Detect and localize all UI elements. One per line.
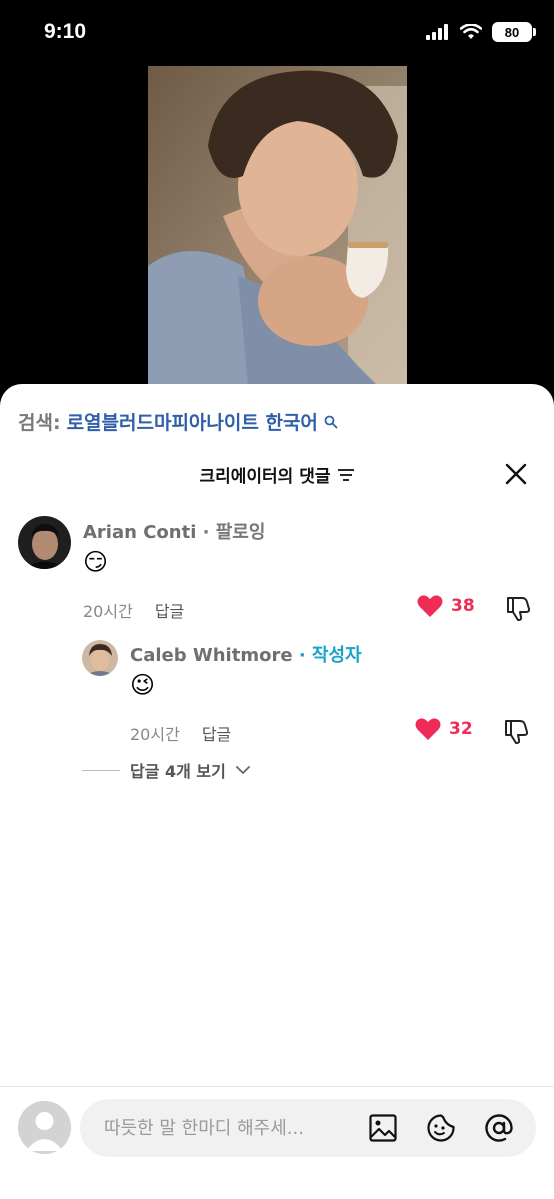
chevron-down-icon [235,766,250,775]
comment-input-bar [0,1086,554,1199]
battery-icon: 80 [492,22,536,42]
status-indicators: 80 [426,22,536,42]
comment-meta: 20시간 답글 [83,598,184,622]
comment-input[interactable] [104,1099,354,1157]
image-icon[interactable] [368,1113,398,1143]
status-time: 9:10 [44,20,87,43]
reply-button[interactable]: 답글 [202,725,231,744]
comment-sheet: 검색: 로열블러드마피아나이트 한국어 크리에이터의 댓글 Arian Cont… [0,384,554,1199]
author-badge: · 작성자 [292,645,362,666]
reply-username[interactable]: Caleb Whitmore [130,645,293,666]
search-prefix: 검색: [18,412,61,434]
sheet-title: 크리에이터의 댓글 [199,467,331,487]
like-count: 38 [451,596,475,616]
search-term-link[interactable]: 로열블러드마피아나이트 한국어 [67,408,318,435]
comment-input-container[interactable] [80,1099,536,1157]
sort-toggle[interactable]: 크리에이터의 댓글 [199,462,354,487]
avatar[interactable] [82,640,118,676]
avatar[interactable] [18,516,71,569]
signal-icon [426,24,448,40]
filter-icon [337,468,354,481]
like-button[interactable]: 38 [417,594,475,618]
like-button[interactable]: 32 [415,717,473,741]
reply-text: 😉 [130,671,156,699]
reply-button[interactable]: 답글 [155,602,184,621]
heart-icon [415,718,441,740]
divider-line [82,769,120,771]
search-suggestion[interactable]: 검색: 로열블러드마피아나이트 한국어 [18,408,338,435]
mention-icon[interactable] [484,1113,514,1143]
sheet-header: 크리에이터의 댓글 [0,462,554,487]
reply-time: 20시간 [130,725,180,744]
avatar[interactable] [18,1101,71,1154]
reply-meta: 20시간 답글 [130,721,231,745]
video-player[interactable] [148,66,407,386]
comment-time: 20시간 [83,602,133,621]
follow-status: · 팔로잉 [196,522,266,543]
comment-author[interactable]: Arian Conti · 팔로잉 [83,518,265,544]
reply-author[interactable]: Caleb Whitmore · 작성자 [130,641,362,667]
sticker-icon[interactable] [426,1113,456,1143]
view-replies-label: 답글 4개 보기 [130,762,226,781]
like-count: 32 [449,719,473,739]
close-icon[interactable] [504,462,528,486]
dislike-icon[interactable] [502,717,530,745]
wifi-icon [460,24,482,39]
comment-username[interactable]: Arian Conti [83,522,196,543]
comment-text: 😏 [83,548,109,576]
heart-icon [417,595,443,617]
status-bar: 9:10 80 [0,0,554,60]
video-thumbnail [148,66,407,386]
search-icon [324,415,338,428]
view-replies-button[interactable]: 답글 4개 보기 [82,758,250,782]
dislike-icon[interactable] [504,594,532,622]
